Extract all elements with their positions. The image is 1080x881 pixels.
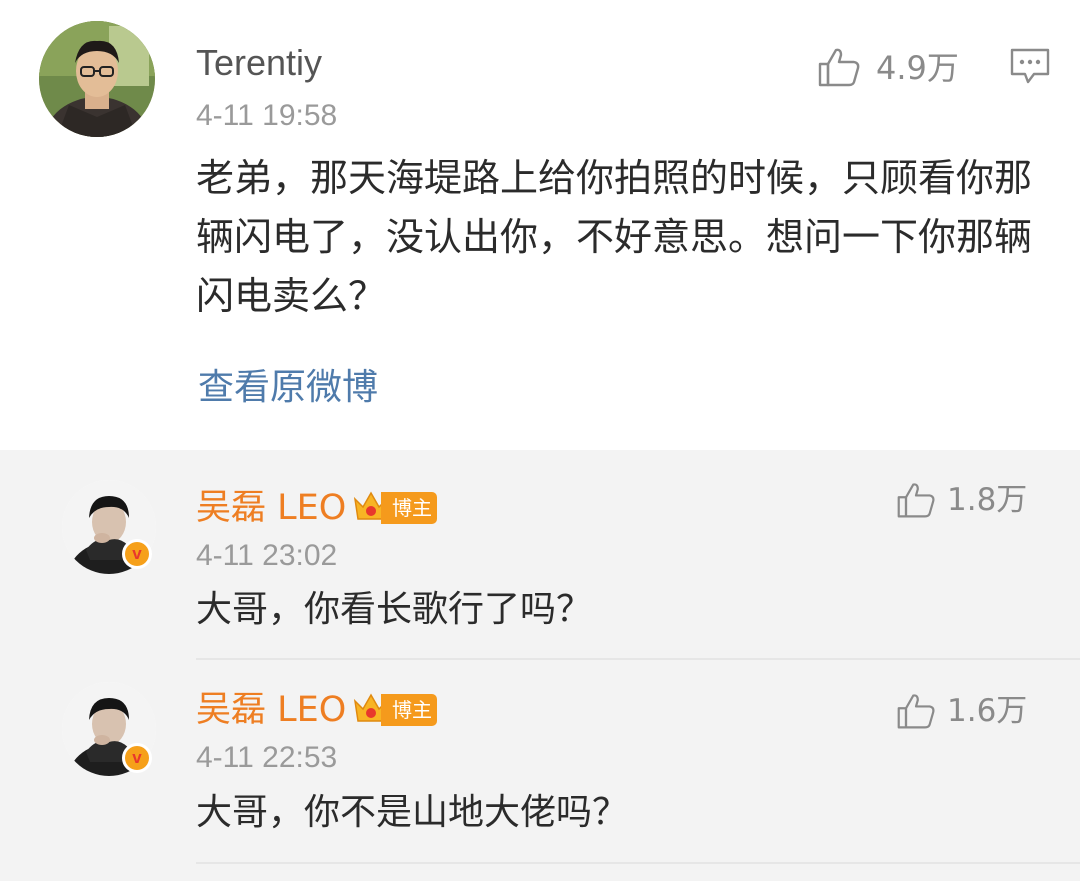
reply-text: 大哥，你不是山地大佬吗？ bbox=[196, 792, 629, 833]
verified-v-icon: v bbox=[122, 743, 152, 773]
comment-text: 老弟，那天海堤路上给你拍照的时候，只顾看你那辆闪电了，没认出你，不好意思。想问一… bbox=[196, 156, 1033, 318]
like-count: 4.9万 bbox=[876, 49, 959, 87]
like-count: 1.6万 bbox=[947, 693, 1028, 729]
blogger-badge-label: 博主 bbox=[381, 492, 437, 524]
reply-username[interactable]: 吴磊 LEO bbox=[196, 690, 346, 730]
thumbs-up-icon bbox=[897, 694, 935, 729]
reply-username[interactable]: 吴磊 LEO bbox=[196, 488, 346, 528]
comment-bubble-icon[interactable] bbox=[1009, 47, 1051, 85]
avatar[interactable] bbox=[39, 21, 155, 137]
username[interactable]: Terentiy bbox=[196, 43, 322, 83]
thumbs-up-icon bbox=[818, 48, 860, 87]
blogger-badge: 博主 bbox=[351, 689, 441, 729]
blogger-badge: 博主 bbox=[351, 487, 441, 527]
reply-text: 大哥，你看长歌行了吗？ bbox=[196, 589, 593, 630]
divider bbox=[196, 862, 1080, 864]
like-count: 1.8万 bbox=[947, 482, 1028, 518]
reply-timestamp: 4-11 22:53 bbox=[196, 741, 338, 774]
main-comment: Terentiy 4.9万 4-11 19:58 老弟，那天海堤路上给你拍照的时… bbox=[0, 0, 1080, 450]
like-button[interactable]: 1.6万 bbox=[896, 691, 1036, 735]
like-button[interactable]: 1.8万 bbox=[896, 480, 1036, 524]
user-photo bbox=[39, 21, 155, 137]
comment-timestamp: 4-11 19:58 bbox=[196, 99, 338, 132]
reply-timestamp: 4-11 23:02 bbox=[196, 539, 338, 572]
divider bbox=[196, 658, 1080, 660]
like-button[interactable]: 4.9万 bbox=[817, 46, 967, 90]
thumbs-up-icon bbox=[897, 483, 935, 518]
blogger-badge-label: 博主 bbox=[381, 694, 437, 726]
view-original-weibo-link[interactable]: 查看原微博 bbox=[198, 366, 378, 410]
verified-v-icon: v bbox=[122, 539, 152, 569]
